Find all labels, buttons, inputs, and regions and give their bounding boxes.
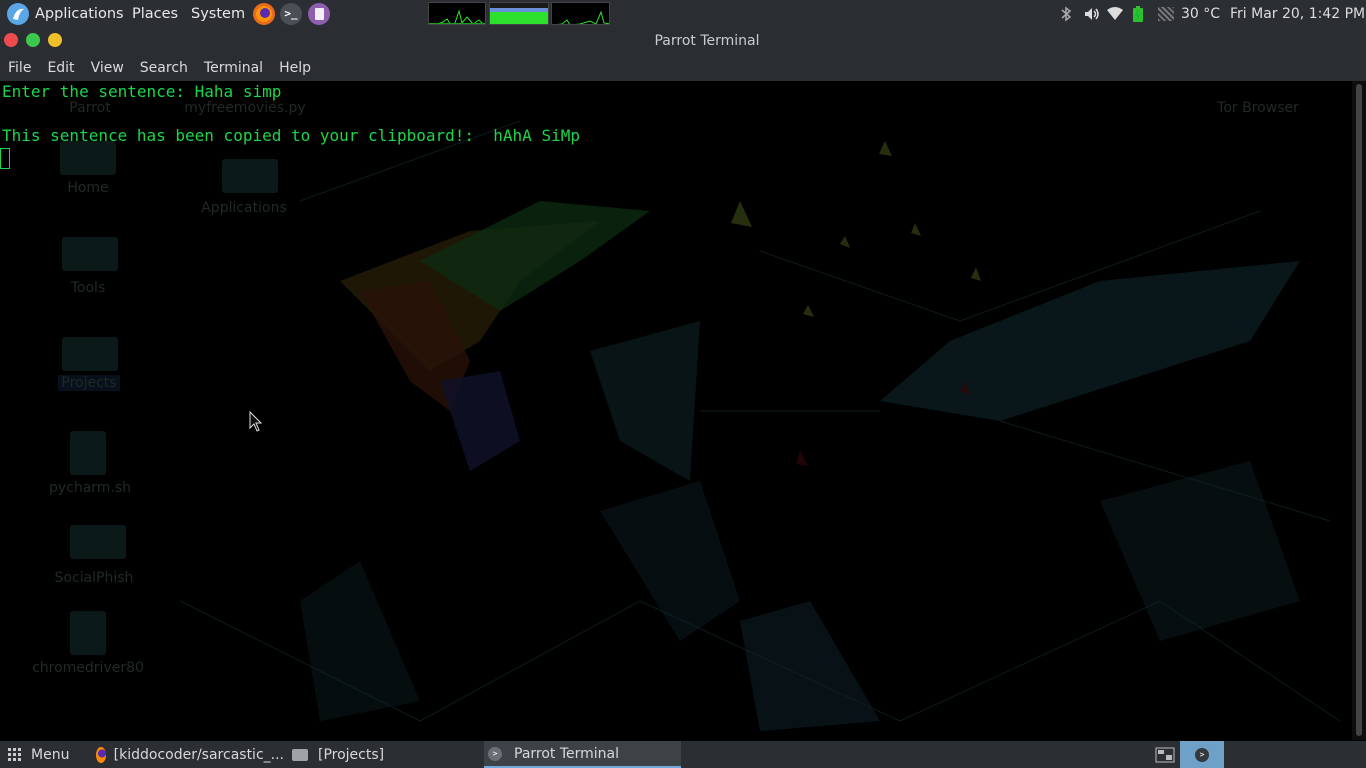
pycharm-file-icon bbox=[70, 431, 106, 475]
desktop-icon-pycharm: pycharm.sh bbox=[48, 480, 132, 496]
chromedriver-file-icon bbox=[70, 611, 106, 655]
task-projects[interactable]: [Projects] bbox=[290, 741, 480, 768]
mouse-pointer-icon bbox=[249, 411, 263, 432]
tools-folder-icon bbox=[62, 237, 118, 271]
task-label: Parrot Terminal bbox=[514, 745, 620, 762]
wifi-icon[interactable] bbox=[1107, 0, 1123, 27]
desktop-icon-home: Home bbox=[67, 180, 109, 196]
parrot-logo-icon[interactable] bbox=[6, 0, 30, 27]
window-title: Parrot Terminal bbox=[654, 33, 760, 49]
projects-folder-icon bbox=[62, 337, 118, 371]
menu-terminal[interactable]: Terminal bbox=[196, 55, 271, 81]
folder-icon bbox=[292, 748, 308, 761]
menu-bar: File Edit View Search Terminal Help bbox=[0, 55, 1366, 81]
memory-graph bbox=[489, 2, 549, 25]
bottom-taskbar: Menu [kiddocoder/sarcastic_... [Projects… bbox=[0, 741, 1366, 768]
home-folder-icon bbox=[60, 141, 116, 175]
show-desktop-button[interactable]: > bbox=[1180, 741, 1224, 768]
menu-file[interactable]: File bbox=[0, 55, 39, 81]
menu-edit[interactable]: Edit bbox=[39, 55, 82, 81]
grid-icon bbox=[8, 748, 21, 761]
temperature-label[interactable]: 30 °C bbox=[1181, 0, 1220, 27]
battery-icon[interactable] bbox=[1132, 0, 1144, 27]
firefox-icon bbox=[96, 746, 106, 763]
terminal-cursor bbox=[0, 148, 10, 169]
bluetooth-icon[interactable] bbox=[1060, 0, 1072, 27]
text-editor-icon bbox=[308, 2, 330, 25]
terminal-launcher[interactable]: >_ bbox=[280, 0, 302, 27]
weather-icon bbox=[1158, 0, 1174, 27]
menu-search[interactable]: Search bbox=[132, 55, 196, 81]
network-graph bbox=[551, 2, 610, 25]
wallpaper-background bbox=[179, 120, 1341, 731]
workspace-switcher[interactable] bbox=[1152, 741, 1178, 768]
terminal-icon: >_ bbox=[280, 2, 302, 25]
terminal-line-1: Enter the sentence: Haha simp bbox=[2, 82, 282, 101]
text-editor-launcher[interactable] bbox=[308, 0, 330, 27]
task-label: [kiddocoder/sarcastic_... bbox=[113, 746, 284, 763]
menu-button[interactable]: Menu bbox=[8, 741, 69, 768]
desktop-icon-tor-browser: Tor Browser bbox=[1217, 100, 1299, 116]
places-menu[interactable]: Places bbox=[132, 0, 178, 27]
top-panel: Applications Places System >_ 30 °C Fri … bbox=[0, 0, 1366, 27]
desktop-icon-socialphish: SocialPhish bbox=[54, 570, 134, 586]
socialphish-folder-icon bbox=[70, 525, 126, 559]
desktop-icon-parrot: Parrot bbox=[69, 100, 111, 116]
firefox-launcher[interactable] bbox=[253, 0, 275, 27]
terminal-icon: > bbox=[488, 746, 502, 761]
desktop-icon-applications: Applications bbox=[201, 200, 287, 216]
terminal-icon: > bbox=[1195, 747, 1209, 762]
menu-label: Menu bbox=[31, 746, 70, 763]
task-firefox[interactable]: [kiddocoder/sarcastic_... bbox=[88, 741, 284, 768]
desktop-icon-chromedriver: chromedriver80 bbox=[32, 660, 144, 676]
system-menu[interactable]: System bbox=[191, 0, 245, 27]
desktop-icon-myfreemovies: myfreemovies.py bbox=[184, 100, 306, 116]
terminal-scrollbar[interactable] bbox=[1352, 81, 1366, 740]
workspace-icon bbox=[1155, 747, 1175, 762]
menu-help[interactable]: Help bbox=[271, 55, 319, 81]
menu-view[interactable]: View bbox=[83, 55, 132, 81]
terminal-area[interactable]: Parrot myfreemovies.py Tor Browser Home … bbox=[0, 81, 1352, 740]
desktop-icon-projects: Projects bbox=[58, 375, 120, 391]
applications-folder-icon bbox=[222, 159, 278, 193]
terminal-line-3: This sentence has been copied to your cl… bbox=[2, 126, 580, 145]
desktop-icon-tools: Tools bbox=[70, 280, 106, 296]
task-parrot-terminal[interactable]: > Parrot Terminal bbox=[484, 741, 681, 768]
applications-menu[interactable]: Applications bbox=[35, 0, 124, 27]
clock[interactable]: Fri Mar 20, 1:42 PM bbox=[1230, 0, 1365, 27]
scrollbar-thumb[interactable] bbox=[1356, 84, 1362, 736]
task-label: [Projects] bbox=[318, 746, 385, 763]
cpu-graph bbox=[428, 2, 486, 25]
volume-icon[interactable] bbox=[1083, 0, 1101, 27]
firefox-icon bbox=[253, 2, 275, 25]
